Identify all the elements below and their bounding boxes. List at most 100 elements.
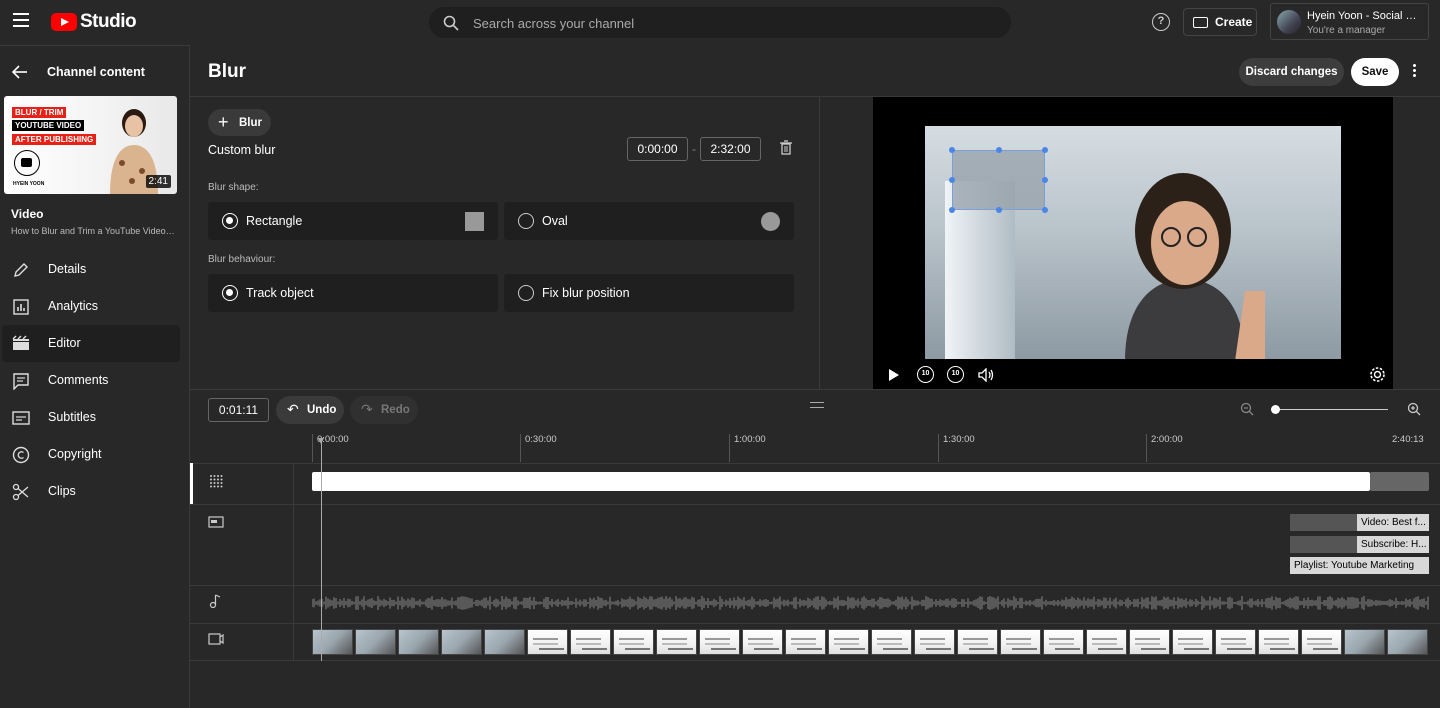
logo-text: Studio (80, 11, 137, 32)
option-label: Oval (542, 214, 568, 228)
resize-handle[interactable] (949, 147, 955, 153)
video-player[interactable]: 10 10 (873, 97, 1393, 389)
back-arrow-icon (12, 65, 27, 79)
resize-handle[interactable] (1042, 147, 1048, 153)
studio-logo[interactable]: Studio (51, 11, 137, 33)
zoom-slider-knob[interactable] (1271, 405, 1280, 414)
filmstrip-frame (441, 629, 482, 655)
zoom-in-icon[interactable] (1407, 402, 1421, 416)
forward-10-icon[interactable]: 10 (947, 366, 964, 383)
account-role: You're a manager (1307, 25, 1386, 36)
blur-behaviour-label: Blur behaviour: (208, 254, 276, 265)
search-input[interactable] (473, 13, 973, 33)
blur-track-icon (210, 475, 223, 488)
resize-handle[interactable] (996, 207, 1002, 213)
oval-shape-icon (761, 212, 780, 231)
sidebar-item-analytics[interactable]: Analytics (2, 288, 180, 325)
blur-region-handle[interactable] (952, 150, 1045, 210)
end-screen-label: Subscribe: H... (1357, 536, 1429, 553)
resize-handle[interactable] (1042, 177, 1048, 183)
filmstrip-frame (312, 629, 353, 655)
rectangle-shape-icon (465, 212, 484, 231)
plus-icon: + (218, 112, 229, 132)
account-switcher[interactable]: Hyein Yoon - Social Media Hub You're a m… (1270, 3, 1429, 40)
filmstrip-frame (355, 629, 396, 655)
filmstrip-frame (785, 629, 826, 655)
discard-changes-button[interactable]: Discard changes (1239, 58, 1344, 86)
more-options-icon[interactable] (1408, 64, 1420, 80)
help-icon[interactable]: ? (1152, 13, 1170, 31)
undo-label: Undo (307, 404, 337, 416)
radio-unselected-icon (518, 285, 534, 301)
create-button[interactable]: Create (1183, 8, 1257, 36)
video-thumbnail[interactable]: BLUR / TRIM YOUTUBE VIDEO AFTER PUBLISHI… (4, 96, 177, 194)
comment-icon (13, 373, 29, 390)
resize-handle[interactable] (949, 207, 955, 213)
playhead-marker[interactable] (318, 438, 324, 444)
menu-icon[interactable] (13, 13, 29, 27)
blur-track-segment[interactable] (312, 472, 1370, 491)
search-bar[interactable] (429, 7, 1011, 38)
shape-option-rectangle[interactable]: Rectangle (208, 202, 498, 240)
zoom-out-icon[interactable] (1240, 402, 1254, 416)
ruler-tick: 0:30:00 (520, 434, 557, 462)
sidebar-item-clips[interactable]: Clips (2, 473, 180, 510)
sidebar-item-details[interactable]: Details (2, 251, 180, 288)
copyright-icon (12, 446, 30, 464)
rewind-10-icon[interactable]: 10 (917, 366, 934, 383)
thumbnail-text-line-1: BLUR / TRIM (12, 107, 67, 118)
video-filmstrip[interactable] (312, 629, 1430, 655)
blur-name: Custom blur (208, 143, 276, 157)
sidebar-item-subtitles[interactable]: Subtitles (2, 399, 180, 436)
sidebar-item-label: Copyright (48, 447, 102, 461)
shape-option-oval[interactable]: Oval (504, 202, 794, 240)
filmstrip-frame (871, 629, 912, 655)
thumbnail-text-line-3: AFTER PUBLISHING (12, 134, 97, 145)
behaviour-option-fix[interactable]: Fix blur position (504, 274, 794, 312)
music-note-icon (209, 594, 221, 608)
end-screen-element[interactable]: Subscribe: H... (1290, 536, 1429, 553)
play-icon[interactable] (889, 369, 899, 381)
behaviour-option-track[interactable]: Track object (208, 274, 498, 312)
sidebar-item-comments[interactable]: Comments (2, 362, 180, 399)
create-label: Create (1215, 15, 1253, 29)
lane-divider (190, 660, 1440, 661)
timeline-ruler[interactable]: 0:00:00 0:30:00 1:00:00 1:30:00 2:00:00 … (312, 430, 1430, 462)
panel-resize-handle[interactable] (810, 402, 824, 408)
sidebar-item-editor[interactable]: Editor (2, 325, 180, 362)
sidebar-item-copyright[interactable]: Copyright (2, 436, 180, 473)
thumbnail-duration: 2:41 (145, 175, 171, 188)
filmstrip-frame (1344, 629, 1385, 655)
resize-handle[interactable] (949, 177, 955, 183)
end-screen-element[interactable]: Playlist: Youtube Marketing (1290, 557, 1429, 574)
blur-start-time-input[interactable]: 0:00:00 (627, 137, 688, 161)
top-bar: Studio ? Create Hyein Yoon - Social Medi… (0, 0, 1440, 45)
end-screen-label: Playlist: Youtube Marketing (1290, 557, 1429, 574)
end-screen-element[interactable]: Video: Best f... (1290, 514, 1429, 531)
lane-divider (190, 504, 1440, 505)
undo-icon: ↶ (287, 401, 299, 417)
back-to-channel-content[interactable]: Channel content (0, 60, 190, 84)
thumbnail-author: HYEIN YOON (13, 181, 45, 187)
blur-end-time-input[interactable]: 2:32:00 (700, 137, 761, 161)
add-blur-button[interactable]: + Blur (208, 109, 271, 136)
undo-button[interactable]: ↶ Undo (276, 396, 344, 424)
current-time-display[interactable]: 0:01:11 (208, 398, 269, 422)
zoom-slider-track[interactable] (1275, 409, 1388, 410)
filmstrip-frame (613, 629, 654, 655)
sidebar-item-label: Clips (48, 484, 76, 498)
resize-handle[interactable] (1042, 207, 1048, 213)
sidebar-item-label: Details (48, 262, 87, 276)
search-icon (443, 15, 459, 31)
filmstrip-frame (1086, 629, 1127, 655)
save-button[interactable]: Save (1351, 58, 1399, 86)
filmstrip-frame (1000, 629, 1041, 655)
end-screen-track-icon (208, 516, 224, 528)
resize-handle[interactable] (996, 147, 1002, 153)
filmstrip-frame (1215, 629, 1256, 655)
delete-icon[interactable] (779, 140, 793, 155)
volume-icon[interactable] (978, 368, 994, 382)
avatar (1277, 10, 1301, 34)
playhead-line[interactable] (321, 438, 322, 661)
settings-gear-icon[interactable] (1369, 366, 1386, 383)
